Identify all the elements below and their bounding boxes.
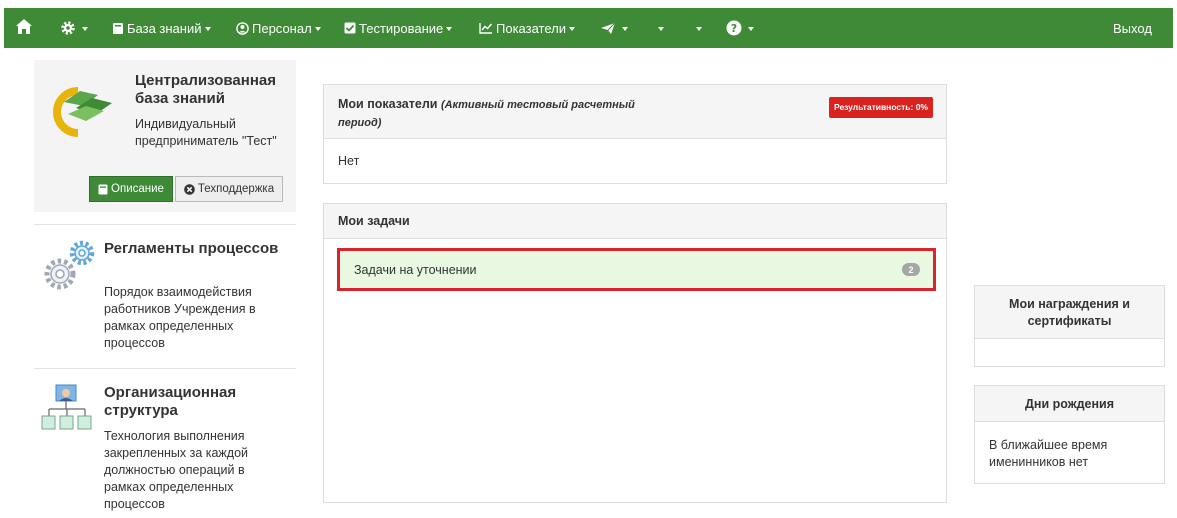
left-item-description: Технология выполнения закрепленных за ка… — [104, 429, 249, 511]
home-icon[interactable] — [15, 18, 33, 38]
birthdays-title: Дни рождения — [975, 386, 1164, 422]
effectiveness-badge: Результативность: 0% — [828, 97, 933, 118]
gears-icon — [40, 240, 98, 296]
chevron-down-icon — [748, 26, 754, 31]
chevron-down-icon — [622, 26, 628, 31]
nav-indicators-label: Показатели — [496, 20, 566, 36]
nav-dropdown-2[interactable] — [693, 8, 702, 48]
nav-messages[interactable] — [600, 8, 628, 48]
support-button-label: Техподдержка — [197, 183, 275, 195]
chevron-down-icon — [314, 26, 321, 31]
task-count-badge: 2 — [902, 263, 920, 276]
description-button-label: Описание — [111, 183, 164, 195]
left-item-title: Регламенты процессов — [104, 240, 279, 257]
chevron-down-icon — [696, 26, 702, 31]
birthdays-panel: Дни рождения В ближайшее время именинник… — [974, 385, 1165, 484]
question-circle-icon: ? — [726, 20, 742, 36]
task-item-clarification[interactable]: Задачи на уточнении 2 — [337, 248, 936, 291]
divider — [34, 224, 296, 225]
task-item-label: Задачи на уточнении — [354, 262, 477, 277]
nav-knowledge-base[interactable]: База знаний — [112, 8, 211, 48]
chevron-down-icon — [204, 26, 211, 31]
chevron-down-icon — [82, 26, 88, 31]
company-logo — [46, 77, 118, 137]
book-icon — [98, 184, 108, 195]
chevron-down-icon — [446, 26, 453, 31]
left-item-title: Организационная структура — [104, 384, 237, 419]
nav-dropdown-1[interactable] — [655, 8, 664, 48]
book-icon — [112, 22, 124, 35]
nav-indicators[interactable]: Показатели — [479, 8, 575, 48]
exit-link[interactable]: Выход — [1113, 8, 1152, 48]
user-circle-icon — [236, 21, 249, 35]
brand-subtitle: Индивидуальный предприниматель "Тест" — [135, 117, 277, 148]
nav-personnel-label: Персонал — [252, 20, 312, 36]
my-indicators-panel: Мои показатели (Активный тестовый расчет… — [323, 84, 947, 184]
nav-testing[interactable]: Тестирование — [344, 8, 453, 48]
divider — [34, 368, 296, 369]
left-item-description: Порядок взаимодействия работников Учрежд… — [104, 285, 256, 350]
checkbox-icon — [344, 22, 356, 34]
nav-testing-label: Тестирование — [359, 20, 444, 36]
my-indicators-title: Мои показатели — [338, 97, 438, 111]
awards-title: Мои награждения и сертификаты — [975, 286, 1164, 339]
my-tasks-panel: Мои задачи Задачи на уточнении 2 — [323, 203, 947, 503]
line-chart-icon — [479, 22, 493, 34]
chevron-down-icon — [569, 26, 575, 31]
nav-help[interactable]: ? — [726, 8, 754, 48]
nav-knowledge-base-label: База знаний — [127, 20, 202, 36]
top-navbar: База знаний Персонал Тестирование Показа… — [4, 8, 1173, 48]
brand-panel: Централизованная база знаний Индивидуаль… — [34, 60, 296, 212]
settings-menu[interactable] — [60, 8, 88, 48]
my-tasks-title: Мои задачи — [324, 204, 946, 239]
nav-personnel[interactable]: Персонал — [236, 8, 321, 48]
chevron-down-icon — [658, 26, 664, 31]
support-button[interactable]: Техподдержка — [175, 176, 283, 202]
processes-regulations-link[interactable]: Регламенты процессов Порядок взаимодейст… — [34, 240, 296, 360]
brand-title: Централизованная база знаний — [135, 72, 276, 107]
svg-text:?: ? — [731, 22, 737, 35]
description-button[interactable]: Описание — [89, 176, 173, 202]
my-indicators-value: Нет — [338, 154, 360, 168]
my-indicators-header: Мои показатели (Активный тестовый расчет… — [324, 85, 946, 139]
org-structure-link[interactable]: Организационная структура Технология вып… — [34, 384, 296, 514]
awards-panel: Мои награждения и сертификаты — [974, 285, 1165, 367]
close-circle-icon — [184, 183, 195, 195]
birthdays-text: В ближайшее время именинников нет — [989, 438, 1108, 469]
gear-icon — [60, 20, 76, 36]
org-structure-icon — [40, 384, 98, 440]
paper-plane-icon — [600, 22, 616, 35]
